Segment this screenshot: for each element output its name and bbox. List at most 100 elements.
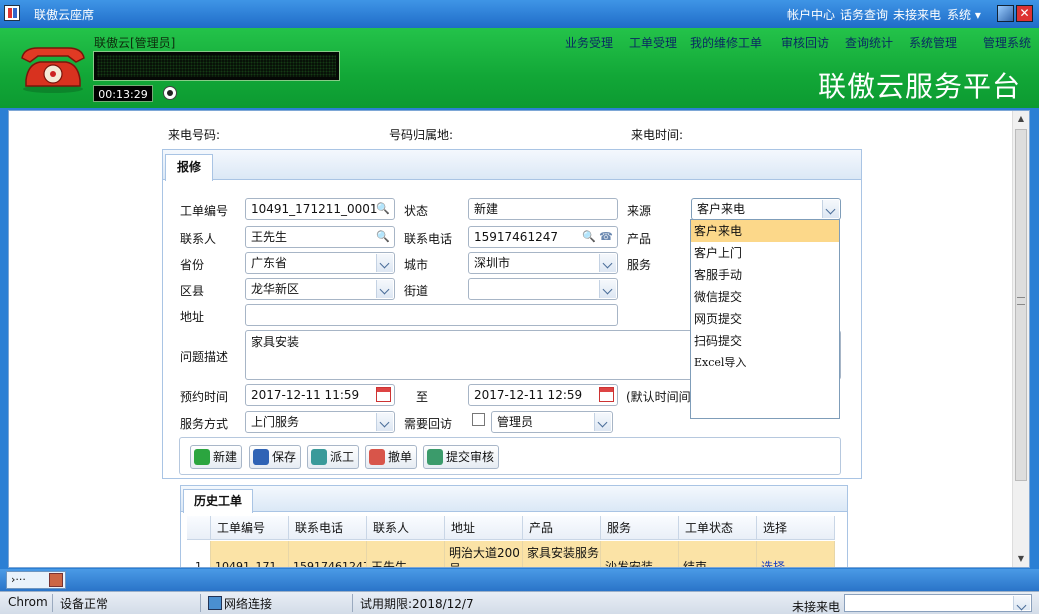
close-icon[interactable] (49, 573, 63, 587)
chevron-down-icon[interactable] (376, 280, 393, 298)
submit-audit-button[interactable]: 提交审核 (423, 445, 500, 469)
chevron-down-icon[interactable] (822, 200, 839, 218)
chevron-down-icon[interactable] (376, 254, 393, 272)
taskbar-item[interactable]: ›··· (6, 571, 66, 589)
chevron-down-icon[interactable] (1013, 596, 1030, 610)
row-order-no: 10491_171... (211, 541, 289, 567)
nav-system-admin[interactable]: 系统管理 (909, 34, 957, 51)
option-wechat[interactable]: 微信提交 (691, 286, 839, 308)
col-service[interactable]: 服务 (601, 516, 679, 540)
province-label: 省份 (180, 258, 205, 272)
service-mode-label: 服务方式 (180, 417, 229, 431)
contact-label: 联系人 (180, 232, 217, 246)
option-agent-manual[interactable]: 客服手动 (691, 264, 839, 286)
chevron-down-icon[interactable] (376, 413, 393, 431)
need-visit-checkbox[interactable] (472, 413, 485, 426)
calendar-icon[interactable] (376, 387, 391, 402)
restore-button[interactable] (997, 5, 1014, 22)
dispatch-button[interactable]: 派工 (307, 445, 360, 469)
street-select[interactable] (468, 278, 618, 300)
option-customer-visit[interactable]: 客户上门 (691, 242, 839, 264)
number-region-label: 号码归属地: (389, 128, 454, 142)
district-label: 区县 (180, 284, 205, 298)
vertical-scrollbar[interactable]: ▲ ▼ (1012, 111, 1029, 567)
menu-account-center[interactable]: 帐户中心 (787, 6, 835, 23)
district-value: 龙华新区 (251, 282, 300, 296)
dispatch-button-label: 派工 (330, 450, 355, 464)
call-time-label: 来电时间: (631, 128, 684, 142)
tab-history-orders[interactable]: 历史工单 (183, 489, 253, 513)
save-button[interactable]: 保存 (249, 445, 302, 469)
new-button[interactable]: 新建 (190, 445, 243, 469)
menu-call-query[interactable]: 话务查询 (840, 6, 888, 23)
scroll-down-icon[interactable]: ▼ (1013, 551, 1029, 567)
city-select[interactable]: 深圳市 (468, 252, 618, 274)
option-web[interactable]: 网页提交 (691, 308, 839, 330)
street-label: 街道 (404, 284, 429, 298)
chevron-down-icon[interactable] (599, 280, 616, 298)
phone-label: 联系电话 (404, 232, 453, 246)
search-icon[interactable]: 🔍 (581, 230, 597, 244)
row-product: 家具安装服务 (523, 541, 601, 567)
appoint-label: 预约时间 (180, 390, 229, 404)
phone-dial-icon[interactable]: ☎ (598, 230, 614, 244)
missed-calls-select[interactable] (844, 594, 1032, 612)
nav-business[interactable]: 业务受理 (565, 34, 613, 51)
province-select[interactable]: 广东省 (245, 252, 395, 274)
district-select[interactable]: 龙华新区 (245, 278, 395, 300)
scroll-thumb[interactable] (1015, 129, 1027, 481)
service-mode-select[interactable]: 上门服务 (245, 411, 395, 433)
phone-field[interactable]: 15917461247 🔍 ☎ (468, 226, 618, 248)
undo-icon (369, 449, 385, 465)
tab-repair[interactable]: 报修 (165, 154, 213, 181)
chevron-down-icon[interactable] (594, 413, 611, 431)
nav-admin-system[interactable]: 管理系统 (983, 34, 1031, 51)
search-icon[interactable]: 🔍 (375, 202, 391, 216)
nav-audit-visit[interactable]: 审核回访 (781, 34, 829, 51)
close-button[interactable]: ✕ (1016, 5, 1033, 22)
table-row[interactable]: 1 10491_171... 15917461247 王先生 明治大道200号 … (187, 541, 835, 567)
row-select-link[interactable]: 选择 (757, 541, 835, 567)
col-select[interactable]: 选择 (757, 516, 835, 540)
save-button-label: 保存 (272, 450, 297, 464)
option-excel-import[interactable]: Excel导入 (691, 352, 839, 374)
chevron-down-icon[interactable] (599, 254, 616, 272)
grid-corner (187, 516, 211, 540)
problem-value: 家具安装 (251, 335, 300, 349)
visitor-select[interactable]: 管理员 (491, 411, 613, 433)
col-status[interactable]: 工单状态 (679, 516, 757, 540)
taskbar: ›··· (0, 569, 1039, 591)
scroll-up-icon[interactable]: ▲ (1013, 111, 1029, 127)
nav-order-accept[interactable]: 工单受理 (629, 34, 677, 51)
address-field[interactable] (245, 304, 618, 326)
order-no-field[interactable]: 10491_171211_0001 🔍 (245, 198, 395, 220)
option-customer-call[interactable]: 客户来电 (691, 220, 839, 242)
new-button-label: 新建 (213, 450, 238, 464)
col-address[interactable]: 地址 (445, 516, 523, 540)
col-product[interactable]: 产品 (523, 516, 601, 540)
nav-my-repair-orders[interactable]: 我的维修工单 (690, 34, 768, 51)
service-mode-value: 上门服务 (251, 415, 300, 429)
source-select[interactable]: 客户来电 (691, 198, 841, 220)
contact-field[interactable]: 王先生 🔍 (245, 226, 395, 248)
col-phone[interactable]: 联系电话 (289, 516, 367, 540)
col-contact[interactable]: 联系人 (367, 516, 445, 540)
appoint-end-field[interactable]: 2017-12-11 12:59 (468, 384, 618, 406)
address-label: 地址 (180, 310, 205, 324)
revoke-button[interactable]: 撤单 (365, 445, 418, 469)
status-field[interactable]: 新建 (468, 198, 618, 220)
nav-query-stats[interactable]: 查询统计 (845, 34, 893, 51)
order-no-value: 10491_171211_0001 (251, 202, 378, 216)
appoint-start-value: 2017-12-11 11:59 (251, 388, 360, 402)
reviewer-icon (427, 449, 443, 465)
option-qrcode[interactable]: 扫码提交 (691, 330, 839, 352)
status-radio[interactable] (163, 86, 177, 100)
menu-system[interactable]: 系统 ▾ (947, 6, 981, 23)
appoint-start-field[interactable]: 2017-12-11 11:59 (245, 384, 395, 406)
phone-value: 15917461247 (474, 230, 558, 244)
search-icon[interactable]: 🔍 (375, 230, 391, 244)
menu-missed-calls[interactable]: 未接来电 (893, 6, 941, 23)
history-tabstrip: 历史工单 (181, 486, 847, 513)
col-order-no[interactable]: 工单编号 (211, 516, 289, 540)
calendar-icon[interactable] (599, 387, 614, 402)
